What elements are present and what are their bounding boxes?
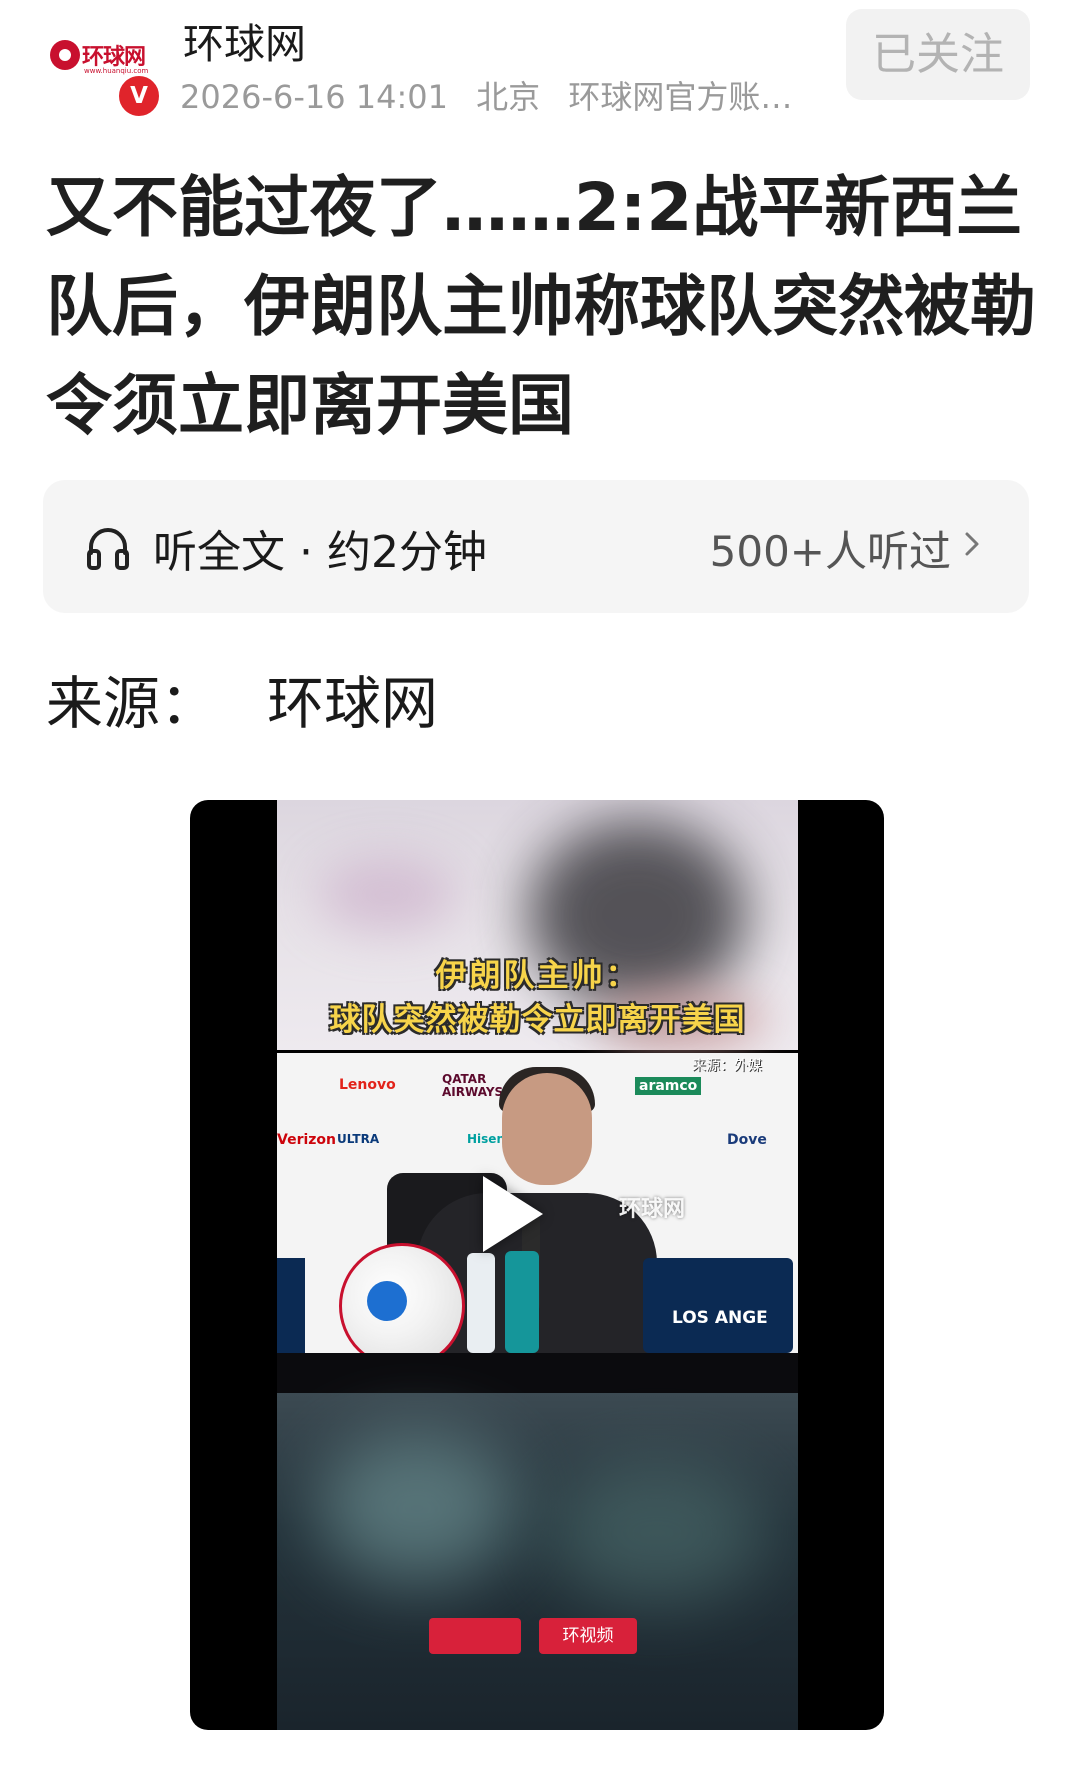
sponsor-label: Verizon xyxy=(277,1132,337,1148)
chevron-right-icon xyxy=(965,532,979,556)
globe-logo-icon xyxy=(50,40,80,70)
blurred-tag xyxy=(429,1618,521,1654)
post-datetime: 2026-6-16 14:01 xyxy=(180,78,448,116)
post-location: 北京 xyxy=(476,78,541,116)
article-title: 又不能过夜了……2:2战平新西兰队后，伊朗队主帅称球队突然被勒令须立即离开美国 xyxy=(46,169,1036,444)
source-name: 环球网 xyxy=(267,671,438,737)
video-player[interactable]: 伊朗队主帅： 球队突然被勒令立即离开美国 Lenovo QATAR AIRWAY… xyxy=(190,800,884,1730)
sponsor-label: Dove xyxy=(727,1132,767,1148)
listen-count: 500+人听过 xyxy=(709,527,951,576)
screen-text: LOS ANGE xyxy=(672,1308,768,1328)
video-caption-line1: 伊朗队主帅： xyxy=(435,958,640,994)
sponsor-label: Lenovo xyxy=(339,1077,396,1093)
sponsor-label: aramco xyxy=(635,1077,702,1095)
video-caption-line2: 球队突然被勒令立即离开美国 xyxy=(329,1002,746,1038)
article-source: 来源： 环球网 xyxy=(46,658,438,740)
post-meta: 2026-6-16 14:01 北京 环球网官方账… xyxy=(180,72,820,118)
post-account: 环球网官方账… xyxy=(568,78,793,116)
video-blurred-bottom xyxy=(277,1393,798,1730)
press-conference-scene: Lenovo QATAR AIRWAYS aramco Verizon ULTR… xyxy=(277,1053,798,1393)
verified-badge-icon: V xyxy=(116,73,162,119)
follow-button[interactable]: 已关注 xyxy=(846,9,1030,100)
headphones-icon xyxy=(87,528,129,570)
video-source-tag: 来源：外媒 xyxy=(692,1058,762,1074)
article-header: 环球网 www.huanqiu.com V 环球网 2026-6-16 14:0… xyxy=(0,0,1080,125)
listen-full-text-bar[interactable]: 听全文 · 约2分钟 500+人听过 xyxy=(43,480,1029,613)
sponsor-label: ULTRA xyxy=(337,1132,380,1146)
play-icon[interactable] xyxy=(483,1176,543,1252)
author-name[interactable]: 环球网 xyxy=(183,10,306,70)
listen-label: 听全文 · 约2分钟 xyxy=(153,527,487,578)
source-label: 来源： xyxy=(46,671,217,737)
video-frame: 伊朗队主帅： 球队突然被勒令立即离开美国 Lenovo QATAR AIRWAY… xyxy=(277,800,798,1730)
brand-tag: 环视频 xyxy=(539,1618,637,1654)
video-watermark: 环球网 xyxy=(619,1197,686,1222)
